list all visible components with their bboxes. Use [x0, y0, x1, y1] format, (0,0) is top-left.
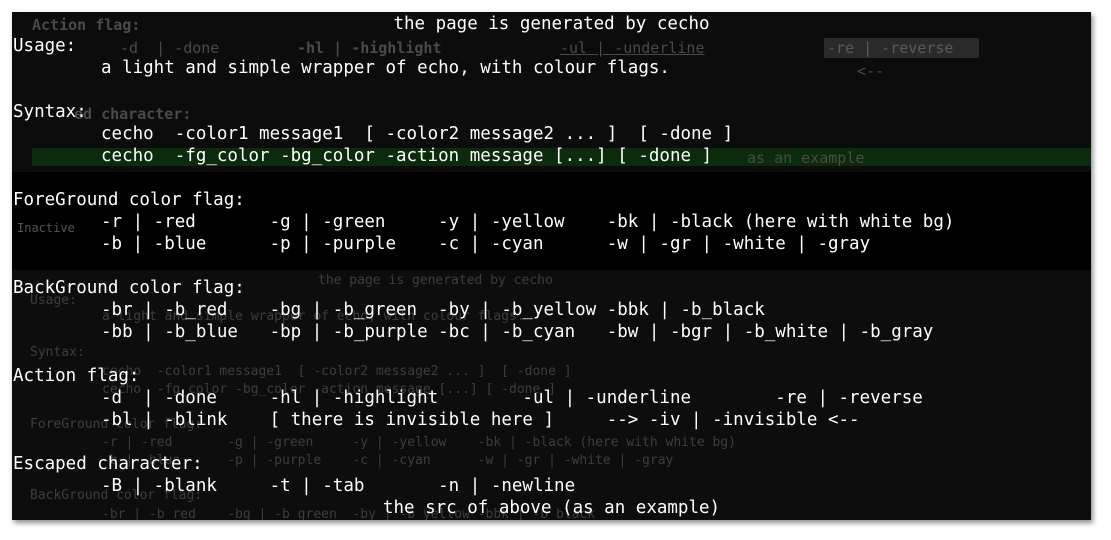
- terminal-output: the page is generated by cecho Usage: a …: [12, 12, 1091, 520]
- syntax-label: Syntax:: [13, 102, 87, 122]
- syntax-line-2: cecho -fg_color -bg_color -action messag…: [101, 146, 713, 166]
- bg-flag-label: BackGround color flag:: [13, 278, 245, 298]
- escaped-char-label: Escaped character:: [13, 454, 203, 474]
- header-line: the page is generated by cecho: [393, 14, 710, 34]
- action-flag-label: Action flag:: [13, 366, 140, 386]
- fg-flag-label: ForeGround color flag:: [13, 190, 245, 210]
- terminal-window: Action flag: -d | -done -hl | -highlight…: [12, 12, 1091, 520]
- fg-flag-line-1: -r | -red -g | -green -y | -yellow -bk |…: [101, 212, 955, 232]
- syntax-line-1: cecho -color1 message1 [ -color2 message…: [101, 124, 734, 144]
- fg-flag-line-2: -b | -blue -p | -purple -c | -cyan -w | …: [101, 234, 871, 254]
- usage-text: a light and simple wrapper of echo, with…: [101, 58, 670, 78]
- bg-flag-line-2: -bb | -b_blue -bp | -b_purple -bc | -b_c…: [101, 322, 934, 342]
- usage-label: Usage:: [13, 36, 77, 56]
- bg-flag-line-1: -br | -b_red -bg | -b_green -by | -b_yel…: [101, 300, 765, 320]
- footer-line: the src of above (as an example): [382, 498, 721, 518]
- escaped-char-line-1: -B | -blank -t | -tab -n | -newline: [101, 476, 576, 496]
- action-flag-line-1: -d | -done -hl | -highlight -ul | -under…: [101, 388, 923, 408]
- action-flag-line-2: -bl | -blink [ there is invisible here ]…: [101, 410, 860, 430]
